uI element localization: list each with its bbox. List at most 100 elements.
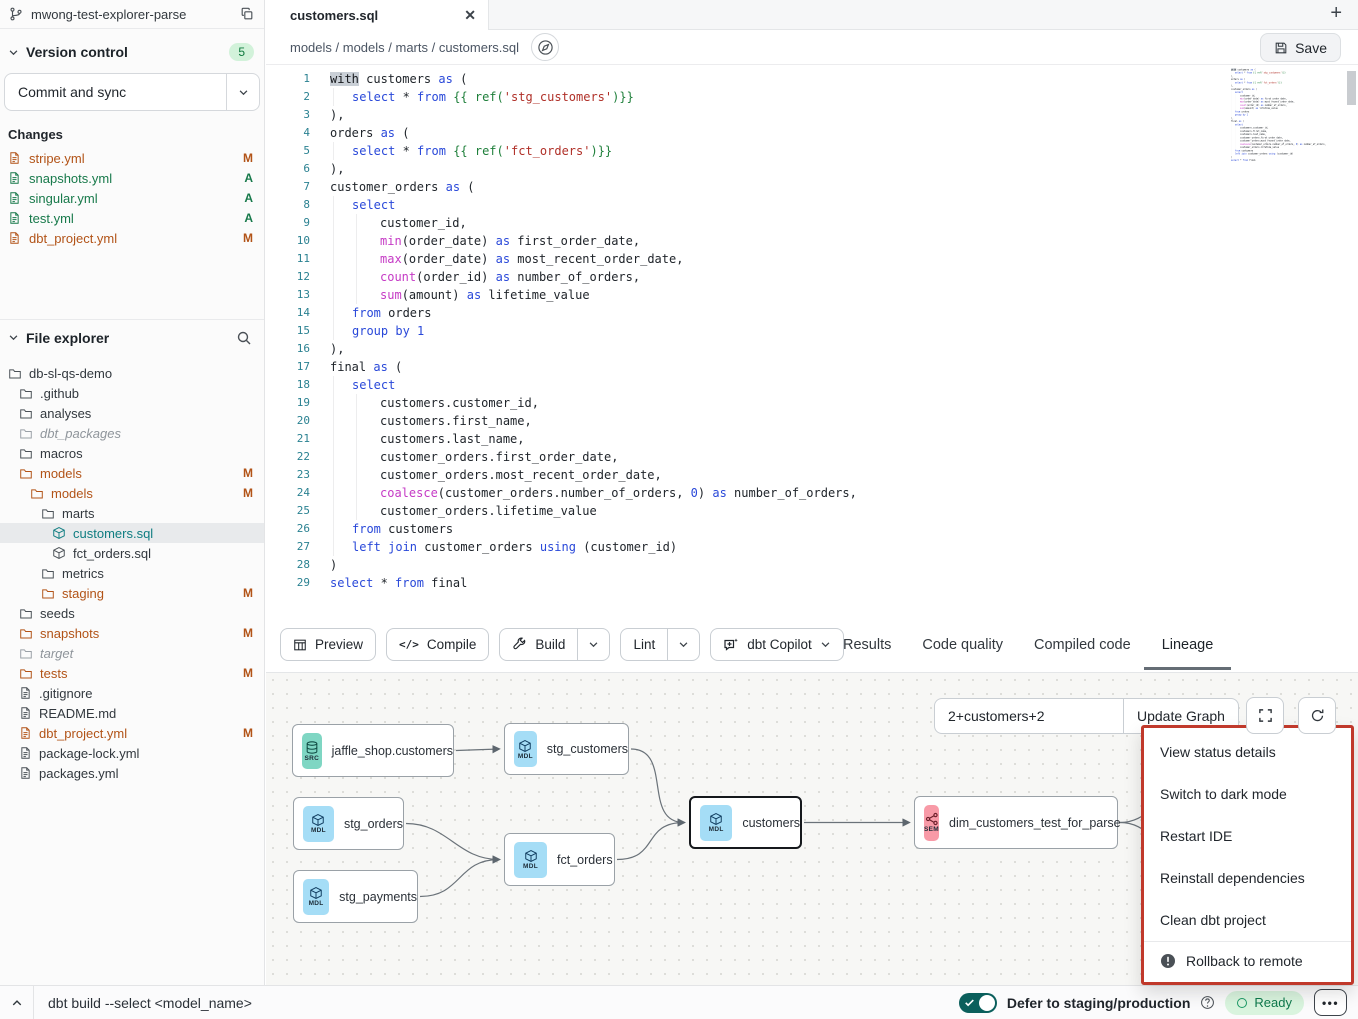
tree-item--github[interactable]: .github	[0, 383, 264, 403]
lineage-node-customers[interactable]: MDLcustomers	[689, 796, 802, 849]
build-options-chevron[interactable]	[578, 629, 609, 660]
change-item[interactable]: dbt_project.ymlM	[0, 228, 264, 248]
code-line-16[interactable]: ),	[330, 340, 857, 358]
scrollbar-thumb[interactable]	[1347, 71, 1356, 105]
code-line-28[interactable]: )	[330, 556, 857, 574]
tree-item-dbt-packages[interactable]: dbt_packages	[0, 423, 264, 443]
code-line-11[interactable]: max(order_date) as most_recent_order_dat…	[330, 250, 857, 268]
help-icon[interactable]	[1200, 995, 1215, 1010]
menu-item-view-status-details[interactable]: View status details	[1144, 731, 1351, 773]
tree-item-macros[interactable]: macros	[0, 443, 264, 463]
tree-item-tests[interactable]: testsM	[0, 663, 264, 683]
change-item[interactable]: stripe.ymlM	[0, 148, 264, 168]
code-line-8[interactable]: select	[330, 196, 857, 214]
code-line-20[interactable]: customers.first_name,	[330, 412, 857, 430]
commit-options-chevron[interactable]	[227, 74, 259, 110]
tree-item-snapshots[interactable]: snapshotsM	[0, 623, 264, 643]
tree-item-analyses[interactable]: analyses	[0, 403, 264, 423]
code-line-26[interactable]: from customers	[330, 520, 857, 538]
menu-item-rollback-to-remote[interactable]: Rollback to remote	[1144, 942, 1351, 980]
command-input[interactable]: dbt build --select <model_name>	[34, 995, 252, 1011]
code-line-15[interactable]: group by 1	[330, 322, 857, 340]
code-line-29[interactable]: select * from final	[330, 574, 857, 592]
tab-results[interactable]: Results	[843, 617, 891, 672]
code-line-9[interactable]: customer_id,	[330, 214, 857, 232]
code-line-18[interactable]: select	[330, 376, 857, 394]
refresh-graph-button[interactable]	[1298, 697, 1336, 734]
tree-item-dbt-project-yml[interactable]: dbt_project.ymlM	[0, 723, 264, 743]
chevron-up-icon[interactable]	[0, 997, 33, 1009]
code-line-7[interactable]: customer_orders as (	[330, 178, 857, 196]
file-explorer-header[interactable]: File explorer	[0, 319, 264, 355]
change-item[interactable]: test.ymlA	[0, 208, 264, 228]
menu-item-clean-dbt-project[interactable]: Clean dbt project	[1144, 899, 1351, 941]
version-control-header[interactable]: Version control 5	[0, 29, 264, 67]
tree-item-customers-sql[interactable]: customers.sql	[0, 523, 264, 543]
tab-code-quality[interactable]: Code quality	[922, 617, 1003, 672]
save-button[interactable]: Save	[1260, 33, 1341, 62]
minimap[interactable]: with customers as (select * from {{ ref(…	[1231, 68, 1334, 198]
editor-scrollbar[interactable]	[1346, 65, 1357, 617]
lineage-selector-input[interactable]	[935, 699, 1123, 733]
dbt-copilot-button[interactable]: dbt Copilot	[710, 628, 844, 661]
code-line-12[interactable]: count(order_id) as number_of_orders,	[330, 268, 857, 286]
tree-item-readme-md[interactable]: README.md	[0, 703, 264, 723]
tree-item-models[interactable]: modelsM	[0, 463, 264, 483]
preview-button[interactable]: Preview	[280, 628, 376, 661]
build-button[interactable]: Build	[500, 629, 577, 660]
code-editor[interactable]: 1234567891011121314151617181920212223242…	[266, 65, 1358, 617]
code-line-27[interactable]: left join customer_orders using (custome…	[330, 538, 857, 556]
lineage-node-fct_orders[interactable]: MDLfct_orders	[504, 833, 615, 886]
code-line-25[interactable]: customer_orders.lifetime_value	[330, 502, 857, 520]
code-line-22[interactable]: customer_orders.first_order_date,	[330, 448, 857, 466]
tree-item-target[interactable]: target	[0, 643, 264, 663]
lineage-node-jaffle_shop.customers[interactable]: SRCjaffle_shop.customers	[292, 724, 454, 777]
tab-lineage[interactable]: Lineage	[1162, 617, 1214, 672]
tree-item-db-sl-qs-demo[interactable]: db-sl-qs-demo	[0, 363, 264, 383]
lineage-node-stg_payments[interactable]: MDLstg_payments	[293, 870, 418, 923]
code-line-19[interactable]: customers.customer_id,	[330, 394, 857, 412]
code-line-17[interactable]: final as (	[330, 358, 857, 376]
more-options-button[interactable]: •••	[1314, 989, 1347, 1016]
commit-and-sync-button[interactable]: Commit and sync	[5, 74, 227, 110]
tree-item-packages-yml[interactable]: packages.yml	[0, 763, 264, 783]
tree-item-marts[interactable]: marts	[0, 503, 264, 523]
change-item[interactable]: snapshots.ymlA	[0, 168, 264, 188]
tree-item-models[interactable]: modelsM	[0, 483, 264, 503]
lineage-node-dim_customers_test_for_parse[interactable]: SEMdim_customers_test_for_parse	[914, 796, 1118, 849]
code-line-3[interactable]: ),	[330, 106, 857, 124]
menu-item-restart-ide[interactable]: Restart IDE	[1144, 815, 1351, 857]
code-line-6[interactable]: ),	[330, 160, 857, 178]
lint-options-chevron[interactable]	[668, 629, 699, 660]
fullscreen-button[interactable]	[1246, 697, 1284, 734]
code-line-13[interactable]: sum(amount) as lifetime_value	[330, 286, 857, 304]
compile-button[interactable]: </> Compile	[386, 628, 489, 661]
change-item[interactable]: singular.ymlA	[0, 188, 264, 208]
copy-branch-icon[interactable]	[240, 7, 254, 21]
code-line-10[interactable]: min(order_date) as first_order_date,	[330, 232, 857, 250]
defer-toggle[interactable]	[959, 993, 997, 1013]
tab-compiled-code[interactable]: Compiled code	[1034, 617, 1131, 672]
code-line-21[interactable]: customers.last_name,	[330, 430, 857, 448]
tree-item-package-lock-yml[interactable]: package-lock.yml	[0, 743, 264, 763]
search-icon[interactable]	[236, 330, 252, 346]
tab-customers-sql[interactable]: customers.sql ✕	[266, 0, 489, 30]
tree-item-staging[interactable]: stagingM	[0, 583, 264, 603]
close-icon[interactable]: ✕	[464, 8, 476, 22]
code-line-23[interactable]: customer_orders.most_recent_order_date,	[330, 466, 857, 484]
explore-button[interactable]	[531, 33, 559, 61]
code-line-14[interactable]: from orders	[330, 304, 857, 322]
tree-item-fct-orders-sql[interactable]: fct_orders.sql	[0, 543, 264, 563]
lineage-node-stg_customers[interactable]: MDLstg_customers	[504, 723, 629, 775]
menu-item-switch-to-dark-mode[interactable]: Switch to dark mode	[1144, 773, 1351, 815]
lint-button[interactable]: Lint	[621, 629, 667, 660]
lineage-node-stg_orders[interactable]: MDLstg_orders	[293, 797, 404, 850]
code-line-5[interactable]: select * from {{ ref('fct_orders')}}	[330, 142, 857, 160]
code-content[interactable]: with customers as (select * from {{ ref(…	[330, 70, 857, 592]
tree-item-seeds[interactable]: seeds	[0, 603, 264, 623]
new-tab-button[interactable]: +	[1330, 2, 1342, 25]
code-line-24[interactable]: coalesce(customer_orders.number_of_order…	[330, 484, 857, 502]
code-line-4[interactable]: orders as (	[330, 124, 857, 142]
code-line-2[interactable]: select * from {{ ref('stg_customers')}}	[330, 88, 857, 106]
code-line-1[interactable]: with customers as (	[330, 70, 857, 88]
